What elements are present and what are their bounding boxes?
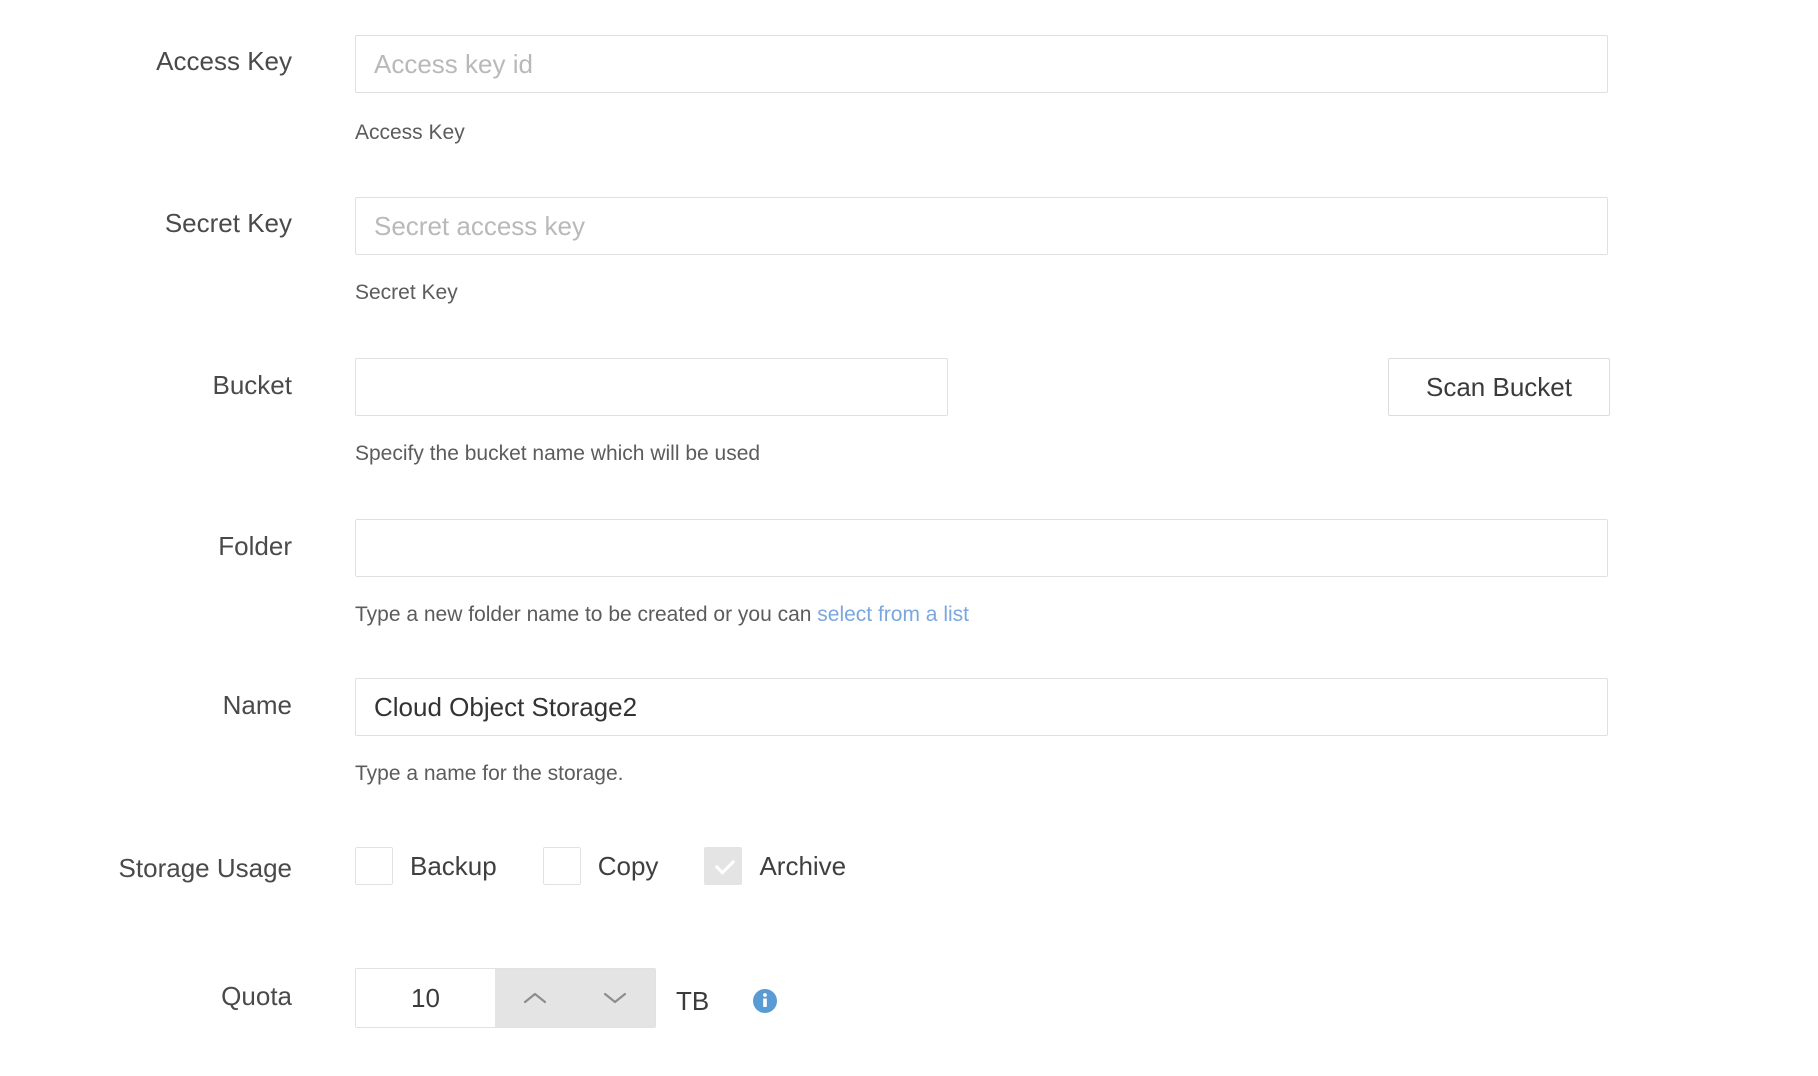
quota-unit-label: TB [676,986,710,1016]
name-label: Name [222,690,292,720]
checkbox-item-archive: Archive [704,847,846,885]
scan-bucket-button[interactable]: Scan Bucket [1388,358,1610,416]
checkbox-item-backup[interactable]: Backup [355,847,497,885]
copy-checkbox[interactable] [542,847,581,885]
storage-usage-label: Storage Usage [118,853,292,883]
access-key-help: Access Key [355,121,465,144]
archive-checkbox [704,847,743,885]
secret-key-help: Secret Key [355,281,458,304]
storage-usage-checkbox-group: Backup Copy Archive [355,846,846,886]
chevron-up-icon[interactable] [513,976,557,1020]
name-help: Type a name for the storage. [355,762,624,785]
secret-key-label: Secret Key [164,208,292,238]
secret-key-input[interactable] [355,197,1608,255]
folder-help-text: Type a new folder name to be created or … [355,603,818,626]
access-key-label: Access Key [156,46,292,76]
cloud-object-storage-form: Access Key Access Key Secret Key Secret … [0,0,1818,1076]
bucket-input[interactable] [355,358,948,416]
backup-checkbox-label: Backup [410,850,497,881]
folder-label: Folder [218,531,292,561]
access-key-input[interactable] [355,35,1608,93]
quota-label: Quota [221,981,292,1011]
quota-stepper[interactable] [355,968,656,1028]
folder-input[interactable] [355,519,1608,577]
copy-checkbox-label: Copy [597,850,659,881]
select-from-list-link[interactable]: select from a list [817,603,969,626]
chevron-down-icon[interactable] [593,976,637,1020]
bucket-label: Bucket [212,370,293,400]
info-icon[interactable] [752,988,778,1014]
checkbox-item-copy[interactable]: Copy [542,847,659,885]
quota-stepper-buttons [495,969,655,1027]
bucket-help: Specify the bucket name which will be us… [355,442,761,465]
quota-input[interactable] [356,969,495,1027]
folder-help: Type a new folder name to be created or … [355,604,969,625]
backup-checkbox[interactable] [355,847,393,885]
archive-checkbox-label: Archive [759,850,847,881]
name-input[interactable] [355,678,1608,736]
